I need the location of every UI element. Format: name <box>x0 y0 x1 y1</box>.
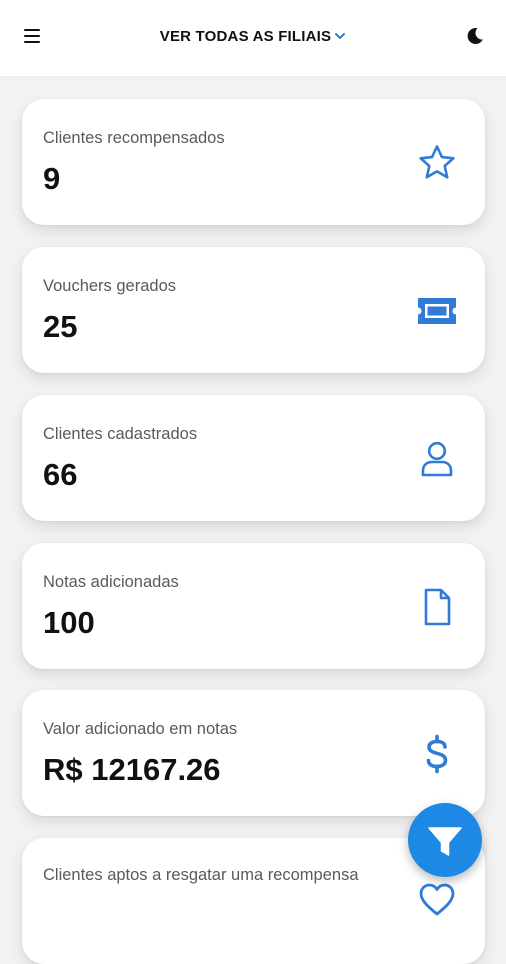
stat-card-label: Clientes aptos a resgatar uma recompensa <box>43 866 359 884</box>
dollar-icon <box>426 734 448 774</box>
stat-card-label: Clientes cadastrados <box>43 425 198 443</box>
stat-card-label: Valor adicionado em notas <box>43 720 238 738</box>
stat-card-label: Notas adicionadas <box>43 573 179 591</box>
stat-card-vouchers[interactable]: Vouchers gerados 25 <box>22 247 485 373</box>
stat-card-value: 66 <box>43 457 78 492</box>
dark-mode-moon-icon[interactable] <box>466 27 484 45</box>
stat-card-label: Clientes recompensados <box>43 129 225 147</box>
stat-card-value: 25 <box>43 309 78 344</box>
branch-selector[interactable]: VER TODAS AS FILIAIS <box>0 28 506 45</box>
stat-card-label: Vouchers gerados <box>43 277 177 295</box>
heart-icon <box>419 883 455 916</box>
app-header: VER TODAS AS FILIAIS <box>0 0 506 77</box>
stat-card-rewarded-clients[interactable]: Clientes recompensados 9 <box>22 99 485 225</box>
document-icon <box>424 588 451 626</box>
ticket-icon <box>418 298 456 324</box>
filter-icon <box>428 827 462 856</box>
stat-card-registered-clients[interactable]: Clientes cadastrados 66 <box>22 395 485 521</box>
stat-card-value: 100 <box>43 605 95 640</box>
chevron-down-icon <box>334 27 346 44</box>
star-icon <box>419 145 455 179</box>
stat-card-value: 9 <box>43 161 61 196</box>
branch-selector-label: VER TODAS AS FILIAIS <box>159 28 332 45</box>
stat-card-value: R$ 12167.26 <box>43 752 221 787</box>
filter-button[interactable] <box>408 803 482 877</box>
stat-card-added-notes[interactable]: Notas adicionadas 100 <box>22 543 485 669</box>
user-icon <box>421 441 453 477</box>
stat-card-notes-value[interactable]: Valor adicionado em notas R$ 12167.26 <box>22 690 485 816</box>
